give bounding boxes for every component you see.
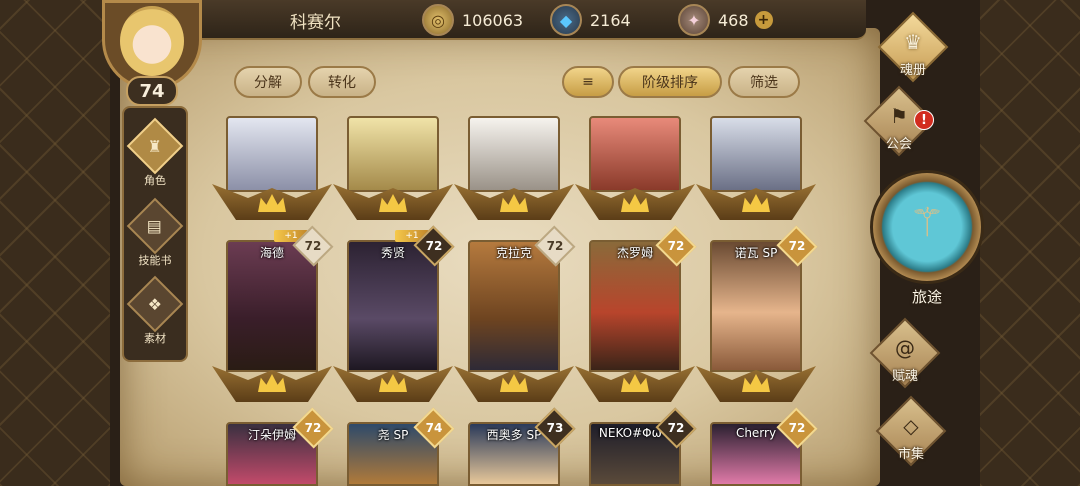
nav-label: 魂册 [899,63,926,78]
nav-item-skillbooks[interactable]: ▤ 技能书 [124,197,186,268]
hero-level: 72 [304,421,322,435]
nav-label: 市集 [897,447,924,462]
nav-market[interactable]: ◇ 市集 [868,395,954,468]
gold-amount: 106063 [462,10,524,30]
player-level-badge: 74 [126,76,178,106]
nav-item-label: 角色 [144,174,166,187]
hero-level: 72 [788,239,806,253]
crystal-icon: ✦ [678,4,710,36]
top-resource-bar: 科赛尔 ◎ 106063 ◆ 2164 ✦ 468 + [190,0,866,40]
player-name: 科赛尔 [290,13,341,33]
nav-label: 公会 [885,137,912,152]
nav-label: 赋魂 [891,369,918,384]
nav-item-label: 素材 [144,332,166,345]
filter-button[interactable]: 筛选 [728,66,800,98]
hero-level: 74 [425,421,443,435]
gem-resource: ◆ 2164 [550,4,631,36]
hero-portrait [226,116,318,192]
tier-sort-button[interactable]: 阶级排序 [618,66,722,98]
avatar-portrait [120,6,184,76]
nav-item-materials[interactable]: ❖ 素材 [124,275,186,346]
hero-portrait [710,116,802,192]
journey-label: 旅途 [911,288,942,306]
guild-alert-icon: ! [914,110,934,130]
left-category-nav: ♜ 角色 ▤ 技能书 ❖ 素材 [122,106,188,362]
hero-level: 72 [667,421,685,435]
material-icon: ❖ [147,294,163,314]
journey-button[interactable]: ⚚ 旅途 [866,170,988,310]
player-avatar[interactable]: 74 [94,0,216,106]
nav-endow-soul[interactable]: @ 赋魂 [862,317,948,390]
decompose-button[interactable]: 分解 [234,66,302,98]
crystal-resource[interactable]: ✦ 468 + [678,4,773,36]
hero-level: 72 [425,239,443,253]
swirl-icon: @ [895,336,915,360]
blue-gem-icon: ◆ [550,4,582,36]
sort-order-button[interactable]: ≡ [562,66,614,98]
hero-portrait [468,116,560,192]
trident-emblem-icon: ⚚ [909,200,945,246]
hero-portrait [347,116,439,192]
hero-level: 73 [546,421,564,435]
hero-level: 72 [667,239,685,253]
sort-lines-icon: ≡ [582,74,594,90]
hero-level: 72 [304,239,322,253]
convert-button[interactable]: 转化 [308,66,376,98]
nav-item-characters[interactable]: ♜ 角色 [124,117,186,188]
gem-amount: 2164 [590,10,631,30]
crystal-amount: 468 [718,10,749,30]
soul-book-icon: ♛ [904,30,922,54]
helmet-icon: ♜ [147,136,163,156]
right-background [980,0,1080,486]
nav-item-label: 技能书 [138,254,172,267]
diamond-gem-icon: ◇ [903,414,919,438]
nav-guild[interactable]: ⚑ ! 公会 [856,85,942,158]
hero-portrait [589,116,681,192]
nav-soul-book[interactable]: ♛ 魂册 [870,11,956,84]
skillbook-icon: ▤ [147,216,163,236]
gold-resource: ◎ 106063 [422,4,524,36]
hero-level: 72 [546,239,564,253]
add-crystal-button[interactable]: + [754,11,773,29]
hero-level: 72 [788,421,806,435]
gold-coin-icon: ◎ [422,4,454,36]
